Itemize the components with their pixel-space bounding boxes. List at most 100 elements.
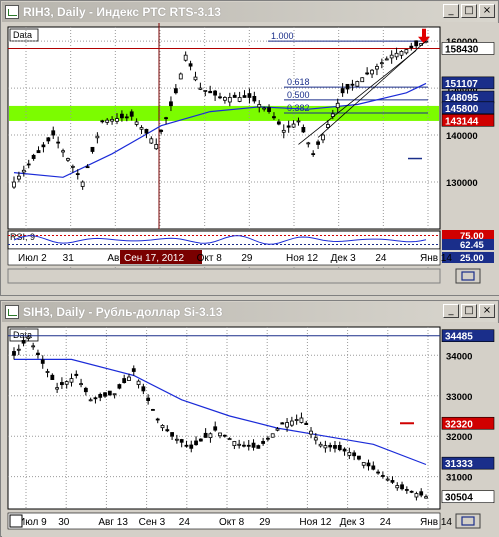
- price-bar-body: [342, 448, 347, 452]
- price-bar-body: [61, 150, 65, 153]
- price-bar: [198, 438, 203, 442]
- price-bar-body: [115, 118, 119, 122]
- price-bar-body: [409, 490, 414, 493]
- price-bar-body: [227, 97, 232, 103]
- price-bar-body: [256, 445, 261, 449]
- price-bar-body: [131, 368, 136, 372]
- price-bar-body: [155, 418, 160, 421]
- price-bar-body: [424, 496, 428, 499]
- price-bar-body: [365, 72, 370, 75]
- price-bar-body: [213, 90, 217, 96]
- price-bar-body: [46, 137, 51, 142]
- price-bar-body: [159, 129, 164, 132]
- price-bar-body: [112, 393, 117, 396]
- maximize-button[interactable]: □: [461, 304, 477, 318]
- x-tick-label: 29: [241, 253, 253, 264]
- x-tick-label: Дек 3: [331, 253, 356, 264]
- price-bar-body: [400, 484, 404, 490]
- price-bar-body: [350, 83, 355, 86]
- price-bar-body: [409, 45, 414, 49]
- price-bar-body: [251, 442, 256, 448]
- price-bar-body: [352, 452, 357, 457]
- price-bar-body: [276, 121, 281, 125]
- rsi-badge: 62.45: [442, 239, 494, 251]
- price-bar-body: [36, 150, 41, 154]
- price-bar-body: [141, 386, 146, 392]
- price-bar-body: [301, 127, 306, 133]
- rts-title-bar[interactable]: RIH3, Daily - Индекс РТС RTS-3.13 _ □ ×: [2, 2, 497, 22]
- price-bar-body: [110, 118, 114, 122]
- horizontal-scrollbar[interactable]: [7, 268, 441, 284]
- price-bar-body: [337, 445, 342, 451]
- price-bar-body: [218, 96, 222, 99]
- price-badge-label: 34485: [445, 332, 473, 343]
- price-bar-body: [227, 438, 232, 441]
- price-bar-body: [174, 438, 179, 441]
- rsi-badge-label: 25.00: [460, 253, 484, 264]
- price-bar-body: [21, 340, 26, 344]
- price-bar-body: [270, 433, 275, 438]
- si-title-bar[interactable]: SIH3, Daily - Рубль-доллар Si-3.13 _ □ ×: [2, 302, 497, 322]
- price-bar-body: [414, 40, 419, 47]
- price-bar-body: [64, 381, 69, 385]
- y-tick-label: 33000: [446, 392, 472, 403]
- si-chart-window: SIH3, Daily - Рубль-доллар Si-3.13 _ □ ×…: [0, 300, 499, 537]
- price-badge-label: 31333: [445, 459, 473, 470]
- price-bar-body: [178, 73, 183, 80]
- price-bar-body: [218, 432, 222, 437]
- x-tick-label: 24: [375, 253, 387, 264]
- price-bar-body: [247, 93, 252, 98]
- price-bar-body: [169, 101, 173, 107]
- price-bar-body: [75, 173, 80, 176]
- y-tick-label: 140000: [446, 131, 478, 142]
- price-bar-body: [31, 154, 36, 159]
- price-bar-body: [194, 440, 198, 446]
- price-bar-body: [242, 444, 246, 447]
- price-bar-body: [198, 87, 203, 90]
- price-badge: 145800: [441, 101, 495, 115]
- scroll-left-box[interactable]: [9, 514, 23, 528]
- scroll-right-button[interactable]: [455, 513, 481, 529]
- chart-window-icon: [5, 305, 19, 319]
- price-bar-body: [318, 443, 323, 447]
- price-bar-body: [237, 97, 242, 102]
- minimize-button[interactable]: _: [443, 4, 459, 18]
- price-bar-body: [404, 49, 409, 54]
- price-bar-body: [165, 429, 170, 432]
- close-button[interactable]: ×: [479, 4, 495, 18]
- scroll-right-button[interactable]: [455, 268, 481, 284]
- price-bar-body: [266, 437, 270, 440]
- price-bar: [107, 390, 112, 396]
- price-bar-body: [311, 153, 316, 156]
- price-bar-body: [189, 444, 194, 449]
- price-bar-body: [222, 434, 227, 437]
- price-badge: 143144: [441, 113, 495, 127]
- minimize-button[interactable]: _: [443, 304, 459, 318]
- rts-window-title: RIH3, Daily - Индекс РТС RTS-3.13: [23, 5, 221, 19]
- si-chart[interactable]: Data31000320003300034000Июл 9 30 Авг 13 Сен…: [2, 323, 499, 537]
- x-tick-label: Окт 8: [197, 253, 223, 264]
- price-bar-body: [149, 138, 154, 144]
- price-bar: [270, 433, 275, 438]
- price-bar-body: [107, 390, 112, 396]
- price-bar-body: [12, 181, 16, 188]
- price-bar-body: [272, 116, 276, 119]
- price-bar-body: [232, 94, 237, 98]
- maximize-button[interactable]: □: [461, 4, 477, 18]
- price-panel: [7, 326, 441, 510]
- close-button[interactable]: ×: [479, 304, 495, 318]
- price-bar-body: [242, 95, 247, 98]
- price-bar-body: [56, 141, 61, 144]
- price-bar-body: [335, 102, 340, 109]
- price-bar: [117, 383, 122, 390]
- fibonacci-label: 1.000: [271, 31, 294, 41]
- price-bar-body: [12, 351, 16, 356]
- price-bar-body: [98, 394, 103, 398]
- rts-chart[interactable]: Data130000140000150000160000Июл 231Авг 1…: [2, 23, 499, 295]
- price-bar-body: [306, 142, 311, 145]
- price-badge-label: 30504: [445, 493, 473, 504]
- x-tick-label: Авг 13: [98, 517, 128, 528]
- price-bar-body: [40, 359, 45, 364]
- price-bar-body: [122, 378, 127, 384]
- price-bar-body: [129, 111, 134, 117]
